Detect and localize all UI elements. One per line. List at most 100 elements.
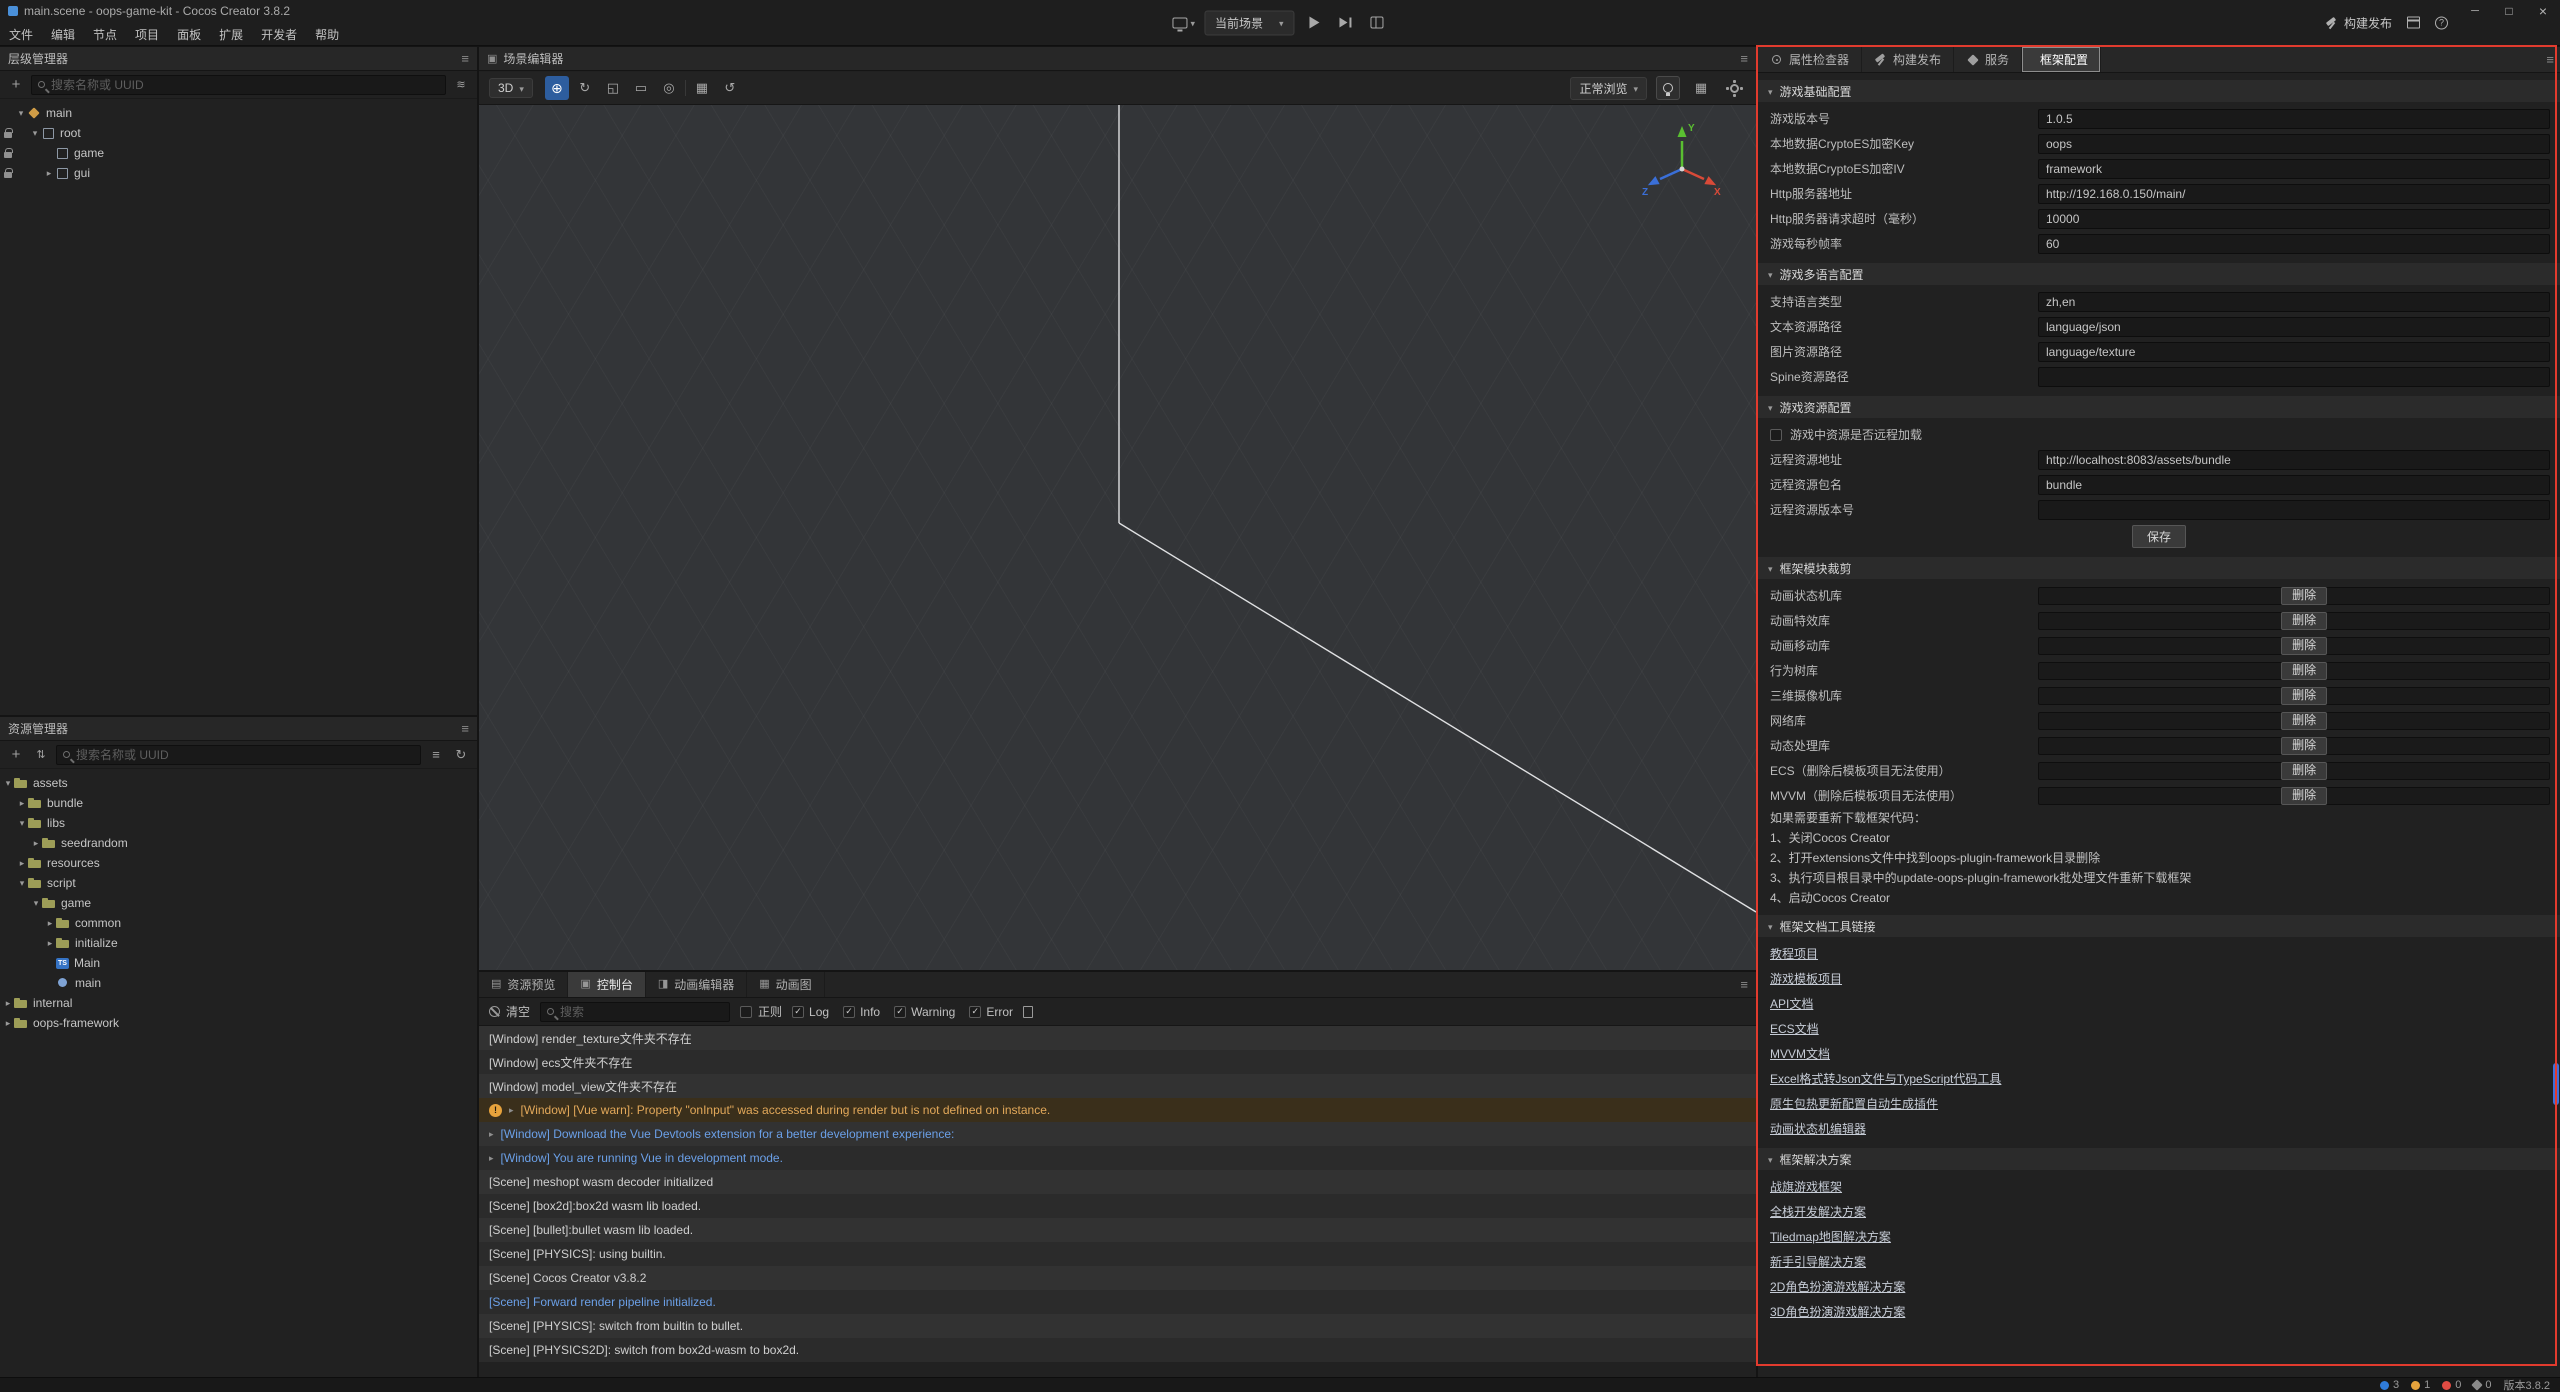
hierarchy-search-input[interactable]: 搜索名称或 UUID [31, 75, 446, 95]
solution-link[interactable]: 2D角色扮演游戏解决方案 [1770, 1278, 1905, 1295]
log-entry[interactable]: [Scene] [PHYSICS]: using builtin. [479, 1242, 1756, 1266]
asset-node-row[interactable]: game [0, 893, 477, 913]
expand-caret-icon[interactable] [16, 798, 28, 809]
console-search-input[interactable]: 搜索 [540, 1002, 730, 1022]
section-header-resource[interactable]: 游戏资源配置 [1758, 396, 2560, 418]
clear-console-button[interactable]: 清空 [489, 1003, 530, 1020]
expand-caret-icon[interactable] [509, 1105, 514, 1116]
log-entry[interactable]: [Window] ecs文件夹不存在 [479, 1050, 1756, 1074]
field-input[interactable]: language/texture [2038, 342, 2550, 362]
preview-device-button[interactable] [1172, 11, 1195, 35]
doc-link[interactable]: MVVM文档 [1770, 1045, 1830, 1062]
doc-link[interactable]: 原生包热更新配置自动生成插件 [1770, 1095, 1938, 1112]
asset-node-row[interactable]: libs [0, 813, 477, 833]
panel-menu-icon[interactable] [2546, 52, 2554, 67]
rotate-tool-button[interactable] [573, 76, 597, 100]
regex-toggle[interactable]: 正则 [740, 1003, 782, 1020]
expand-caret-icon[interactable] [489, 1129, 494, 1140]
expand-caret-icon[interactable] [16, 878, 28, 889]
filter-button[interactable] [451, 75, 471, 95]
field-input[interactable]: zh,en [2038, 292, 2550, 312]
log-filter[interactable]: Error [969, 1005, 1013, 1019]
solution-link[interactable]: Tiledmap地图解决方案 [1770, 1228, 1891, 1245]
hierarchy-node-row[interactable]: gui [0, 163, 477, 183]
log-entry[interactable]: [Window] render_texture文件夹不存在 [479, 1026, 1756, 1050]
delete-module-button[interactable]: 删除 [2281, 662, 2327, 680]
lock-icon[interactable] [2, 126, 15, 140]
expand-caret-icon[interactable] [30, 838, 42, 849]
doc-link[interactable]: Excel格式转Json文件与TypeScript代码工具 [1770, 1070, 2001, 1087]
log-entry[interactable]: [Scene] Forward render pipeline initiali… [479, 1290, 1756, 1314]
asset-node-row[interactable]: common [0, 913, 477, 933]
delete-module-button[interactable]: 删除 [2281, 787, 2327, 805]
checkbox-icon[interactable] [969, 1006, 981, 1018]
asset-node-row[interactable]: internal [0, 993, 477, 1013]
field-input[interactable] [2038, 367, 2550, 387]
lighting-toggle-button[interactable] [1656, 76, 1680, 100]
reset-view-button[interactable] [718, 76, 742, 100]
field-input[interactable]: 10000 [2038, 209, 2550, 229]
expand-caret-icon[interactable] [29, 128, 41, 139]
solution-link[interactable]: 战旗游戏框架 [1770, 1178, 1842, 1195]
asset-node-row[interactable]: script [0, 873, 477, 893]
inspector-tab[interactable]: 服务 [1954, 47, 2022, 72]
delete-module-button[interactable]: 删除 [2281, 762, 2327, 780]
rect-tool-button[interactable] [629, 76, 653, 100]
lock-icon[interactable] [2, 146, 15, 160]
log-entry[interactable]: [Scene] [bullet]:bullet wasm lib loaded. [479, 1218, 1756, 1242]
panel-menu-icon[interactable] [1740, 51, 1748, 66]
menu-item[interactable]: 开发者 [252, 22, 306, 46]
save-button[interactable]: 保存 [2132, 525, 2186, 548]
expand-caret-icon[interactable] [15, 108, 27, 119]
console-tab[interactable]: 动画图 [747, 972, 824, 997]
expand-caret-icon[interactable] [2, 998, 14, 1009]
scene-settings-button[interactable] [1722, 76, 1746, 100]
log-entry[interactable]: [Scene] Cocos Creator v3.8.2 [479, 1266, 1756, 1290]
solution-link[interactable]: 新手引导解决方案 [1770, 1253, 1866, 1270]
expand-caret-icon[interactable] [2, 1018, 14, 1029]
section-header-docs[interactable]: 框架文档工具链接 [1758, 915, 2560, 937]
lock-icon[interactable] [2, 166, 15, 180]
info-count[interactable]: 3 [2380, 1379, 2399, 1391]
create-asset-button[interactable] [6, 745, 26, 765]
inspector-tab[interactable]: 框架配置 [2022, 47, 2101, 72]
field-input[interactable]: http://localhost:8083/assets/bundle [2038, 450, 2550, 470]
delete-module-button[interactable]: 删除 [2281, 587, 2327, 605]
asset-node-row[interactable]: main [0, 973, 477, 993]
checkbox-icon[interactable] [894, 1006, 906, 1018]
scene-viewport[interactable]: Y X Z [479, 105, 1756, 970]
panel-menu-icon[interactable] [461, 721, 469, 736]
doc-link[interactable]: 动画状态机编辑器 [1770, 1120, 1866, 1137]
console-tab[interactable]: 资源预览 [479, 972, 568, 997]
panel-menu-icon[interactable] [461, 51, 469, 66]
delete-module-button[interactable]: 删除 [2281, 737, 2327, 755]
asset-node-row[interactable]: bundle [0, 793, 477, 813]
layout-button[interactable] [1366, 11, 1388, 35]
snap-tool-button[interactable] [690, 76, 714, 100]
build-publish-button[interactable]: 构建发布 [2325, 14, 2392, 31]
menu-item[interactable]: 面板 [168, 22, 210, 46]
inspector-tab[interactable]: 属性检查器 [1758, 47, 1862, 72]
field-input[interactable]: framework [2038, 159, 2550, 179]
asset-node-row[interactable]: initialize [0, 933, 477, 953]
asset-node-row[interactable]: seedrandom [0, 833, 477, 853]
asset-node-row[interactable]: Main [0, 953, 477, 973]
log-entry[interactable]: [Scene] meshopt wasm decoder initialized [479, 1170, 1756, 1194]
package-count[interactable]: 0 [2473, 1379, 2491, 1391]
asset-node-row[interactable]: resources [0, 853, 477, 873]
section-header-language[interactable]: 游戏多语言配置 [1758, 263, 2560, 285]
log-entry[interactable]: [Scene] [PHYSICS]: switch from builtin t… [479, 1314, 1756, 1338]
log-filter[interactable]: Warning [894, 1005, 955, 1019]
menu-item[interactable]: 帮助 [306, 22, 348, 46]
menu-item[interactable]: 节点 [84, 22, 126, 46]
field-input[interactable]: oops [2038, 134, 2550, 154]
package-icon[interactable] [2407, 17, 2420, 29]
field-input[interactable]: language/json [2038, 317, 2550, 337]
section-header-basic[interactable]: 游戏基础配置 [1758, 80, 2560, 102]
import-export-icon[interactable] [31, 745, 51, 765]
solution-link[interactable]: 3D角色扮演游戏解决方案 [1770, 1303, 1905, 1320]
refresh-button[interactable] [451, 745, 471, 765]
expand-caret-icon[interactable] [16, 818, 28, 829]
checkbox-icon[interactable] [792, 1006, 804, 1018]
expand-caret-icon[interactable] [44, 918, 56, 929]
